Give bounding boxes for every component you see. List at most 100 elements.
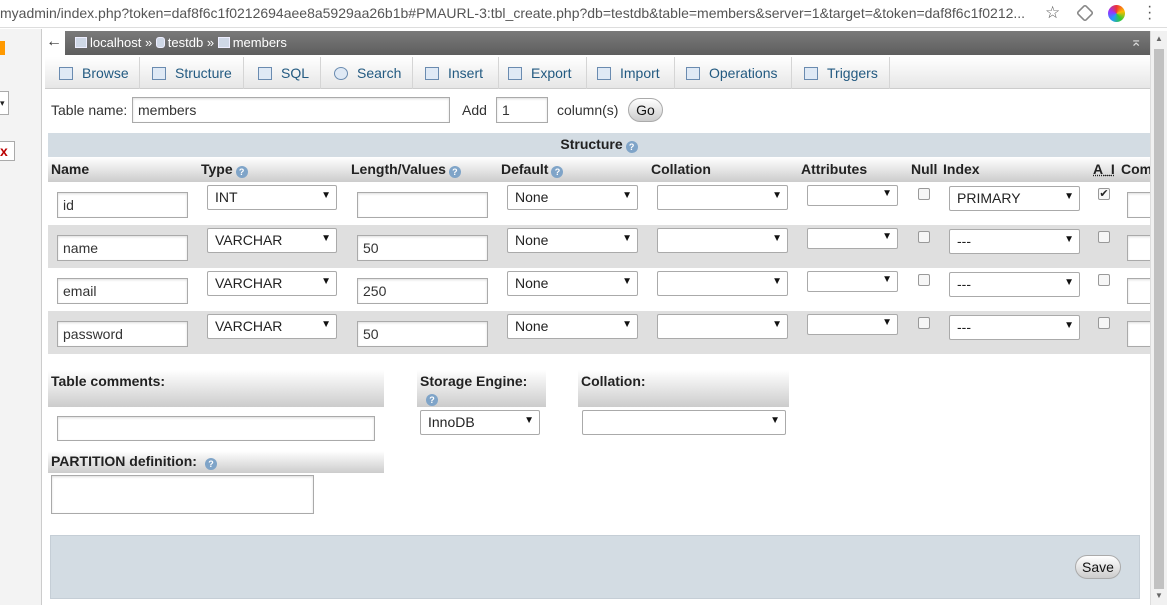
search-icon — [334, 67, 348, 80]
auto-increment-checkbox[interactable]: ✔ — [1098, 188, 1110, 200]
header-default: Default? — [501, 161, 564, 178]
chevron-down-icon: ▼ — [772, 190, 782, 201]
column-length-input[interactable] — [357, 192, 488, 218]
tab-browse[interactable]: Browse — [45, 57, 140, 89]
breadcrumb-database[interactable]: testdb — [168, 35, 203, 50]
table-name-input[interactable] — [132, 97, 450, 123]
null-checkbox[interactable] — [918, 231, 930, 243]
collation-header: Collation: — [578, 370, 789, 407]
close-icon[interactable]: x — [0, 141, 15, 161]
chevron-down-icon: ▼ — [772, 233, 782, 244]
column-attributes-select[interactable]: ▼ — [807, 185, 898, 206]
breadcrumb-server[interactable]: localhost — [90, 35, 141, 50]
go-button[interactable]: Go — [628, 98, 663, 122]
auto-increment-checkbox[interactable] — [1098, 274, 1110, 286]
chevron-down-icon: ▼ — [882, 317, 892, 328]
url-text[interactable]: myadmin/index.php?token=daf8f6c1f0212694… — [0, 5, 1025, 21]
auto-increment-checkbox[interactable] — [1098, 231, 1110, 243]
column-type-select[interactable]: INT ▼ — [207, 185, 337, 210]
help-icon[interactable]: ? — [625, 141, 638, 153]
chevron-down-icon: ▼ — [772, 319, 782, 330]
column-name-input[interactable] — [57, 278, 188, 304]
column-default-select[interactable]: None ▼ — [507, 228, 638, 253]
tab-sql[interactable]: SQL — [244, 57, 321, 89]
column-default-select[interactable]: None ▼ — [507, 314, 638, 339]
chevron-down-icon: ▼ — [622, 276, 632, 287]
help-icon[interactable]: ? — [426, 394, 438, 406]
column-index-select[interactable]: PRIMARY ▼ — [949, 186, 1080, 211]
tab-search[interactable]: Search — [321, 57, 413, 89]
tab-import[interactable]: Import — [587, 57, 675, 89]
table-comments-input[interactable] — [57, 416, 375, 441]
column-length-input[interactable] — [357, 321, 488, 347]
chevron-down-icon: ▼ — [622, 319, 632, 330]
add-label: Add — [462, 102, 487, 118]
tab-operations[interactable]: Operations — [675, 57, 792, 89]
table-row: VARCHAR▼None▼▼▼---▼ — [48, 268, 1167, 311]
extension-icon[interactable] — [1075, 3, 1095, 23]
column-index-select[interactable]: --- ▼ — [949, 272, 1080, 297]
help-icon[interactable]: ? — [551, 166, 564, 178]
vertical-scrollbar[interactable]: ▲ ▼ — [1150, 31, 1167, 605]
partition-header: PARTITION definition:? — [48, 451, 384, 473]
save-button[interactable]: Save — [1075, 555, 1121, 579]
help-icon[interactable]: ? — [448, 166, 461, 178]
color-extension-icon[interactable] — [1108, 5, 1125, 22]
partition-textarea[interactable] — [51, 475, 314, 514]
column-name-input[interactable] — [57, 192, 188, 218]
null-checkbox[interactable] — [918, 188, 930, 200]
collapse-icon[interactable]: ⌅ — [1130, 33, 1142, 50]
column-name-input[interactable] — [57, 321, 188, 347]
column-collation-select[interactable]: ▼ — [657, 271, 788, 296]
browse-icon — [59, 67, 73, 80]
browser-address-bar[interactable]: myadmin/index.php?token=daf8f6c1f0212694… — [0, 0, 1167, 28]
column-attributes-select[interactable]: ▼ — [807, 228, 898, 249]
breadcrumb-table[interactable]: members — [233, 35, 287, 50]
tab-insert[interactable]: Insert — [413, 57, 499, 89]
chevron-down-icon: ▼ — [524, 415, 534, 426]
null-checkbox[interactable] — [918, 317, 930, 329]
column-collation-select[interactable]: ▼ — [657, 314, 788, 339]
column-collation-select[interactable]: ▼ — [657, 228, 788, 253]
structure-header: Structure? — [48, 133, 1150, 157]
column-length-input[interactable] — [357, 235, 488, 261]
column-length-input[interactable] — [357, 278, 488, 304]
column-default-select[interactable]: None ▼ — [507, 271, 638, 296]
help-icon[interactable]: ? — [204, 458, 217, 470]
scrollbar-thumb[interactable] — [1154, 49, 1164, 589]
column-type-select[interactable]: VARCHAR ▼ — [207, 314, 337, 339]
back-arrow-icon[interactable]: ← — [43, 31, 65, 55]
tab-structure[interactable]: Structure — [140, 57, 244, 89]
scroll-up-icon[interactable]: ▲ — [1155, 34, 1163, 43]
null-checkbox[interactable] — [918, 274, 930, 286]
bookmark-star-icon[interactable]: ☆ — [1045, 3, 1060, 23]
column-attributes-select[interactable]: ▼ — [807, 314, 898, 335]
header-type: Type? — [201, 161, 248, 178]
import-icon — [597, 67, 611, 80]
scroll-down-icon[interactable]: ▼ — [1155, 591, 1163, 600]
help-icon[interactable]: ? — [235, 166, 248, 178]
column-name-input[interactable] — [57, 235, 188, 261]
tab-triggers[interactable]: Triggers — [792, 57, 890, 89]
triggers-icon — [804, 67, 818, 80]
tab-export[interactable]: Export — [499, 57, 587, 89]
table-name-label: Table name: — [51, 102, 128, 118]
storage-engine-select[interactable]: InnoDB ▼ — [420, 410, 540, 435]
column-default-select[interactable]: None ▼ — [507, 185, 638, 210]
column-header-row: Name Type? Length/Values? Default? Colla… — [48, 157, 1152, 182]
insert-icon — [425, 67, 439, 80]
breadcrumb-separator: » — [206, 35, 215, 50]
browser-menu-icon[interactable]: · · · — [1147, 0, 1152, 27]
column-type-select[interactable]: VARCHAR ▼ — [207, 271, 337, 296]
structure-icon — [152, 67, 166, 80]
column-index-select[interactable]: --- ▼ — [949, 315, 1080, 340]
column-index-select[interactable]: --- ▼ — [949, 229, 1080, 254]
auto-increment-checkbox[interactable] — [1098, 317, 1110, 329]
column-attributes-select[interactable]: ▼ — [807, 271, 898, 292]
header-attributes: Attributes — [801, 161, 868, 177]
column-collation-select[interactable]: ▼ — [657, 185, 788, 210]
nav-dropdown[interactable]: ▾ — [0, 91, 9, 115]
add-columns-input[interactable] — [496, 97, 548, 123]
column-type-select[interactable]: VARCHAR ▼ — [207, 228, 337, 253]
table-collation-select[interactable]: ▼ — [582, 410, 786, 435]
